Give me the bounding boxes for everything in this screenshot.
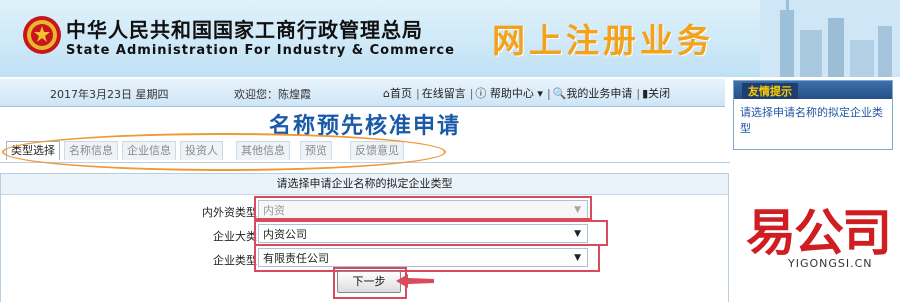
nav-help-link[interactable]: ⓘ 帮助中心 ▾ xyxy=(475,85,543,101)
home-icon: ⌂ xyxy=(383,87,390,100)
tab-type-selection[interactable]: 类型选择 xyxy=(6,141,60,160)
tab-other-info[interactable]: 其他信息 xyxy=(236,141,290,160)
info-icon: ⓘ xyxy=(475,87,487,100)
tip-header: 友情提示 xyxy=(734,81,892,99)
nav-close-link[interactable]: ▮关闭 xyxy=(642,85,670,101)
search-icon: 🔍 xyxy=(552,87,567,100)
tab-name-info[interactable]: 名称信息 xyxy=(64,141,118,160)
header-banner: 中华人民共和国国家工商行政管理总局 State Administration F… xyxy=(0,0,900,77)
page-title: 名称预先核准申请 xyxy=(268,114,461,139)
next-step-button[interactable]: 下一步 xyxy=(337,271,401,293)
tip-text: 请选择申请名称的拟定企业类型 xyxy=(740,106,883,135)
field-label: 内外资类型 xyxy=(202,206,257,219)
field-label: 企业类型 xyxy=(213,254,257,267)
field-row-capital-type: 内外资类型 内资 ▼ xyxy=(1,200,728,222)
red-arrow-icon xyxy=(396,274,434,288)
city-skyline-image xyxy=(760,0,900,77)
step-tabs: 类型选择 名称信息 企业信息 投资人 其他信息 预览 反馈意见 xyxy=(0,138,730,163)
capital-type-select[interactable]: 内资 ▼ xyxy=(258,200,588,219)
nav-my-applications-link[interactable]: 🔍我的业务申请 xyxy=(553,85,633,101)
tab-company-info[interactable]: 企业信息 xyxy=(122,141,176,160)
tab-investors[interactable]: 投资人 xyxy=(180,141,223,160)
nav-links: ⌂首页 | 在线留言 | ⓘ 帮助中心 ▾ | 🔍我的业务申请 | ▮关闭 xyxy=(383,85,671,101)
nav-message-link[interactable]: 在线留言 xyxy=(422,85,466,101)
tip-title: 友情提示 xyxy=(742,83,798,99)
form-heading: 请选择申请企业名称的拟定企业类型 xyxy=(1,174,728,195)
agency-title-en: State Administration For Industry & Comm… xyxy=(66,43,455,58)
welcome-user: 欢迎您：陈煌霞 xyxy=(234,88,311,101)
field-row-enterprise-category: 企业大类 内资公司 ▼ xyxy=(1,224,728,246)
tab-preview[interactable]: 预览 xyxy=(300,141,332,160)
watermark-logo-cn: 易公司 xyxy=(746,204,892,262)
national-emblem-icon xyxy=(23,16,61,54)
chevron-down-icon: ▼ xyxy=(574,229,581,239)
top-nav-bar: 2017年3月23日 星期四 欢迎您：陈煌霞 ⌂首页 | 在线留言 | ⓘ 帮助中心 ▾… xyxy=(0,79,725,107)
nav-home-link[interactable]: ⌂首页 xyxy=(383,85,412,101)
tab-feedback[interactable]: 反馈意见 xyxy=(350,141,404,160)
agency-title-cn: 中华人民共和国国家工商行政管理总局 xyxy=(66,18,423,42)
enterprise-type-select[interactable]: 有限责任公司 ▼ xyxy=(258,248,588,267)
tip-panel: 友情提示 请选择申请名称的拟定企业类型 xyxy=(733,80,893,150)
field-label: 企业大类 xyxy=(213,230,257,243)
chevron-down-icon: ▼ xyxy=(574,205,581,215)
service-title: 网上注册业务 xyxy=(492,21,714,60)
chevron-down-icon: ▼ xyxy=(574,253,581,263)
enterprise-category-select[interactable]: 内资公司 ▼ xyxy=(258,224,588,243)
current-date: 2017年3月23日 星期四 xyxy=(50,88,169,101)
watermark-logo-en: YIGONGSI.CN xyxy=(788,257,873,270)
